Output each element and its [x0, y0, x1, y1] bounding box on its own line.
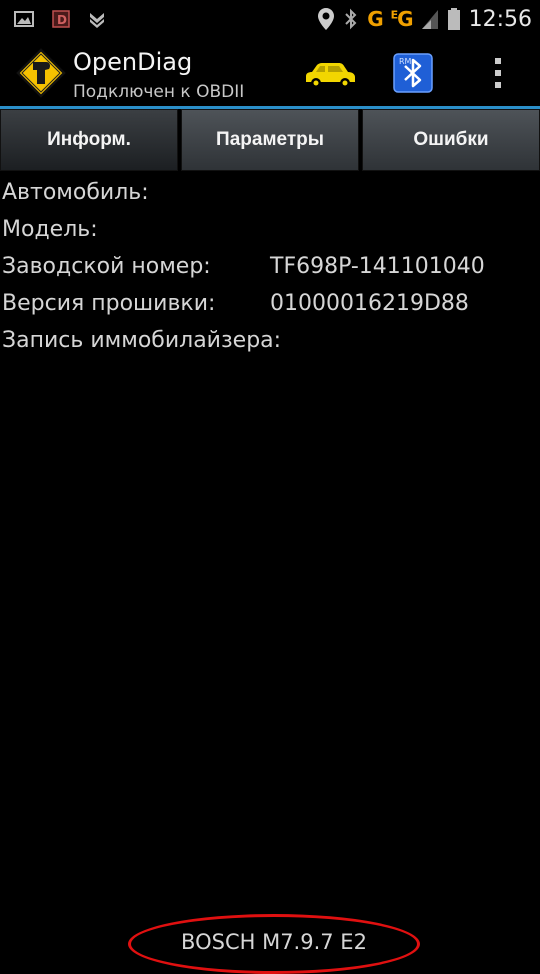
network-type-g: G — [367, 7, 383, 31]
ecu-model-label: BOSCH M7.9.7 E2 — [181, 930, 367, 954]
action-bar: OpenDiag Подключен к OBDII RM — [0, 38, 540, 109]
immobilizer-label: Запись иммобилайзера: — [2, 328, 282, 353]
car-icon[interactable] — [303, 60, 357, 90]
tab-info[interactable]: Информ. — [0, 109, 178, 171]
svg-text:D: D — [57, 13, 67, 27]
network-type-eg: EG — [390, 7, 414, 31]
connection-status: Подключен к OBDII — [73, 82, 245, 102]
bluetooth-connect-icon[interactable]: RM — [393, 53, 433, 93]
signal-icon — [421, 10, 438, 29]
tab-errors[interactable]: Ошибки — [362, 109, 540, 171]
status-bar: D G EG 12:56 — [0, 0, 540, 38]
battery-icon — [447, 8, 460, 30]
firmware-value: 01000016219D88 — [270, 291, 469, 316]
clock: 12:56 — [468, 6, 532, 32]
serial-number-label: Заводской номер: — [2, 254, 211, 279]
serial-number-value: TF698P-141101040 — [270, 254, 485, 279]
tab-parameters[interactable]: Параметры — [181, 109, 359, 171]
tab-bar: Информ. Параметры Ошибки — [0, 109, 540, 171]
ecu-highlight: BOSCH M7.9.7 E2 — [128, 914, 420, 974]
app-logo-icon[interactable] — [16, 48, 66, 98]
overflow-menu-icon[interactable] — [490, 56, 506, 90]
info-row-serial: Заводской номер: TF698P-141101040 — [0, 250, 540, 287]
app-title: OpenDiag — [73, 48, 193, 76]
location-icon — [318, 8, 335, 30]
info-row-model: Модель: — [0, 213, 540, 250]
vehicle-label: Автомобиль: — [2, 180, 149, 205]
gallery-icon — [14, 11, 34, 27]
notification-icons: D — [14, 9, 106, 29]
firmware-label: Версия прошивки: — [2, 291, 216, 316]
bluetooth-icon — [345, 8, 357, 30]
app-d-icon: D — [52, 10, 70, 28]
vehicle-info-list: Автомобиль: Модель: Заводской номер: TF6… — [0, 176, 540, 361]
info-row-vehicle: Автомобиль: — [0, 176, 540, 213]
bt-badge-text: RM — [399, 57, 412, 66]
info-row-immobilizer: Запись иммобилайзера: — [0, 324, 540, 361]
system-icons: G EG 12:56 — [317, 5, 532, 33]
info-row-firmware: Версия прошивки: 01000016219D88 — [0, 287, 540, 324]
download-icon — [90, 13, 104, 28]
model-label: Модель: — [2, 217, 98, 242]
